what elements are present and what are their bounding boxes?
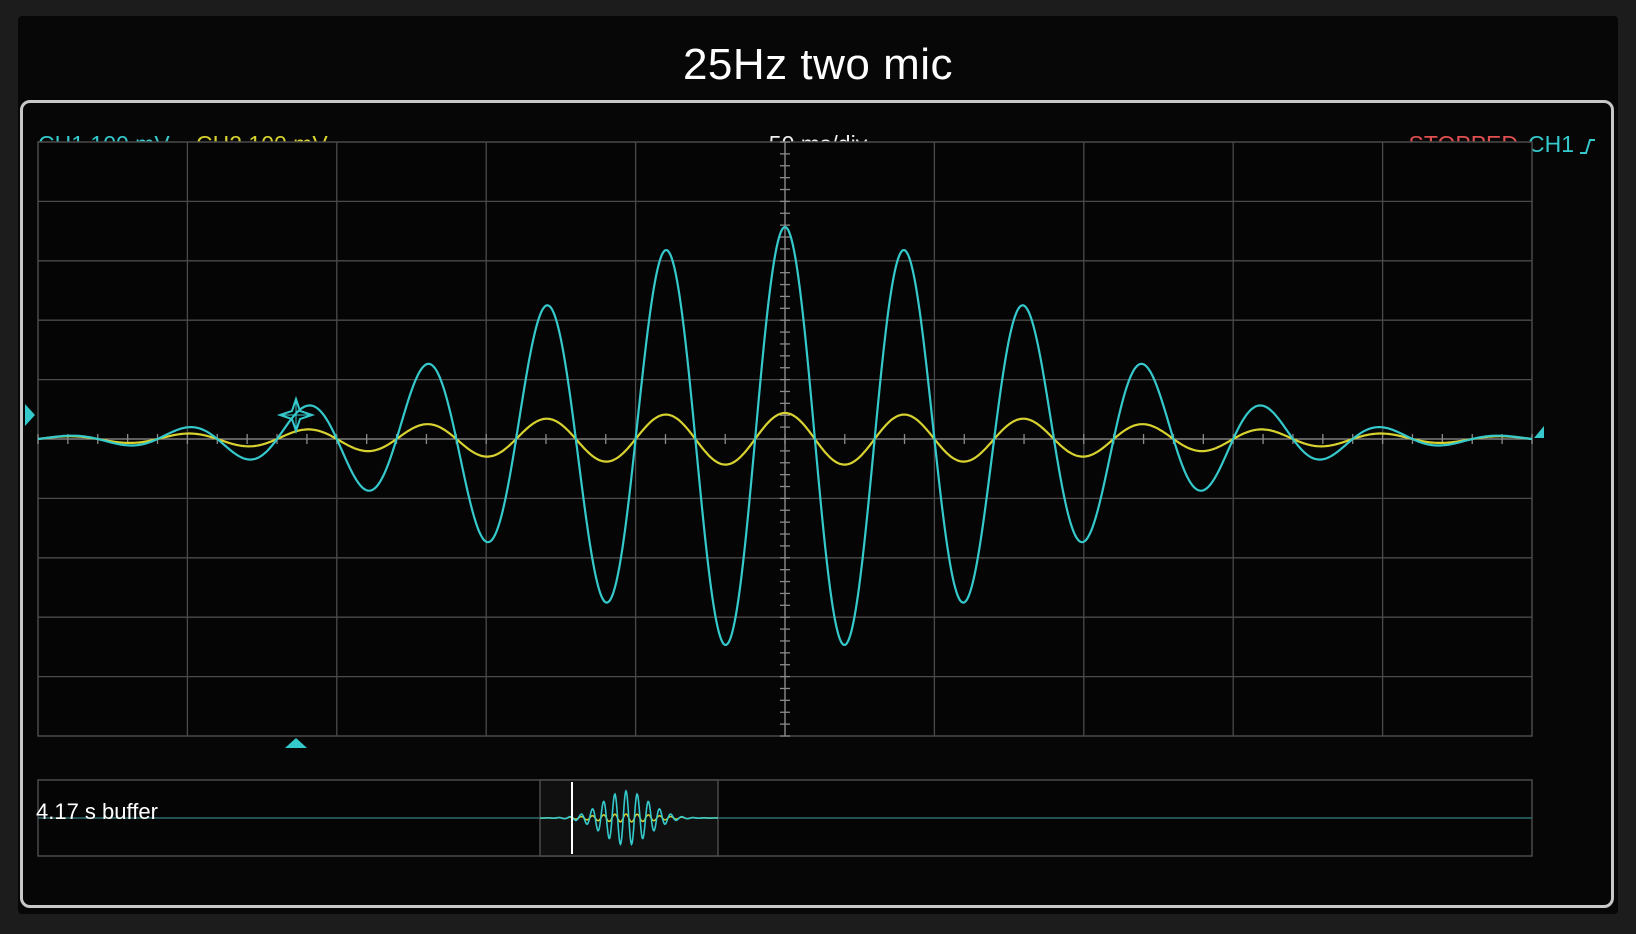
buffer-size-label: 4.17 s buffer bbox=[36, 799, 158, 824]
trigger-level-marker-icon[interactable] bbox=[1534, 426, 1544, 450]
scope-display[interactable] bbox=[18, 16, 1618, 914]
oscilloscope-window: 25Hz two mic CH1 100 mV CH2 100 mV 50 ms… bbox=[18, 16, 1618, 914]
ch1-offset-marker-icon[interactable] bbox=[25, 404, 35, 426]
trigger-position-marker-icon[interactable] bbox=[285, 738, 307, 748]
